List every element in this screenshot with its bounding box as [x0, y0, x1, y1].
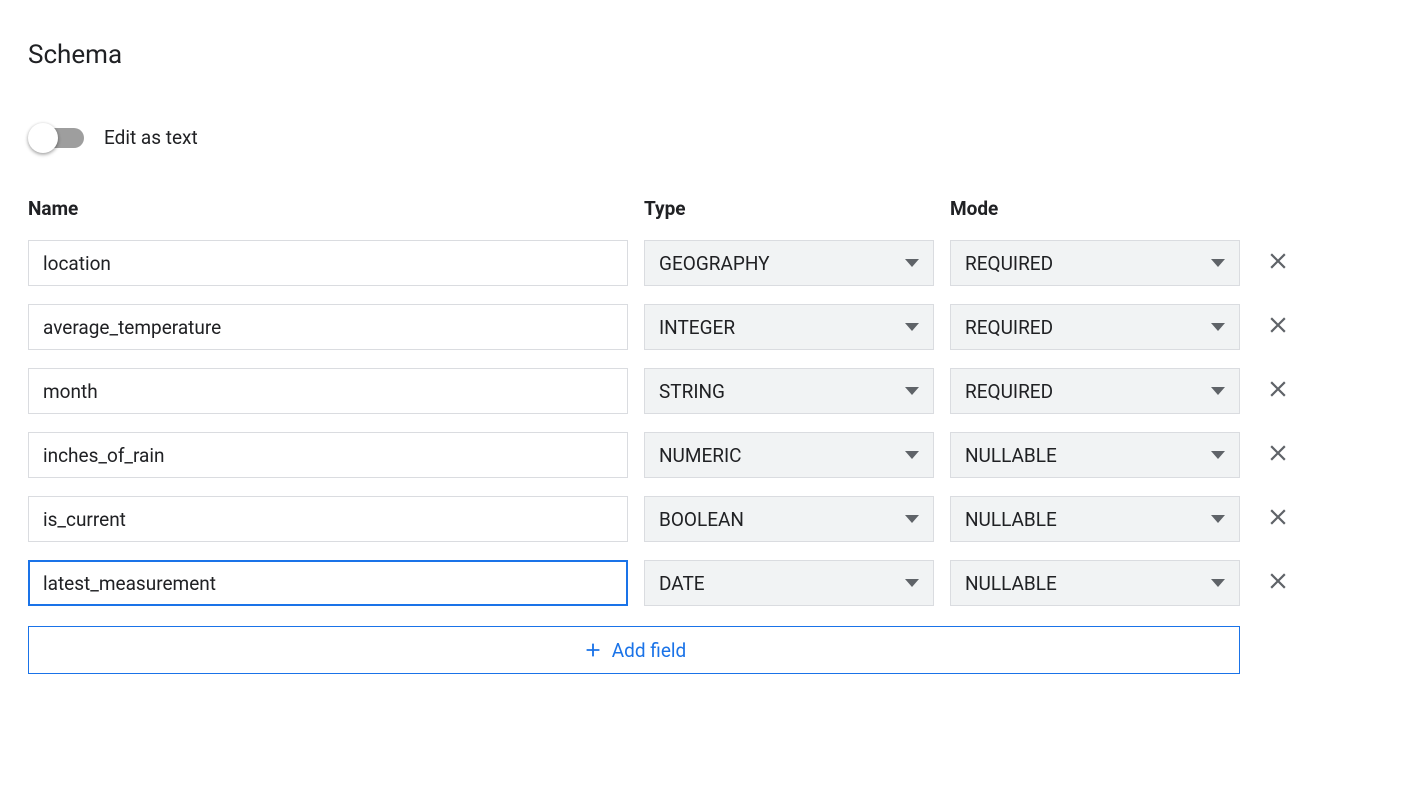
field-mode-select[interactable]: NULLABLE — [950, 432, 1240, 478]
field-mode-value: NULLABLE — [965, 508, 1057, 531]
delete-field-button[interactable] — [1256, 433, 1300, 477]
column-header-type: Type — [644, 197, 934, 222]
field-name-input[interactable] — [28, 240, 628, 286]
delete-field-button[interactable] — [1256, 497, 1300, 541]
caret-down-icon — [905, 451, 919, 459]
add-field-label: Add field — [612, 639, 686, 662]
field-type-value: STRING — [659, 380, 725, 403]
field-name-input[interactable] — [28, 496, 628, 542]
field-type-value: INTEGER — [659, 316, 735, 339]
schema-title: Schema — [28, 40, 1382, 70]
column-header-name: Name — [28, 197, 628, 222]
plus-icon — [582, 639, 604, 661]
caret-down-icon — [1211, 323, 1225, 331]
delete-field-button[interactable] — [1256, 241, 1300, 285]
caret-down-icon — [1211, 579, 1225, 587]
field-mode-value: REQUIRED — [965, 252, 1053, 275]
delete-field-button[interactable] — [1256, 561, 1300, 605]
caret-down-icon — [905, 387, 919, 395]
field-type-select[interactable]: NUMERIC — [644, 432, 934, 478]
caret-down-icon — [905, 259, 919, 267]
field-type-select[interactable]: GEOGRAPHY — [644, 240, 934, 286]
close-icon — [1265, 248, 1291, 278]
caret-down-icon — [1211, 387, 1225, 395]
field-mode-value: NULLABLE — [965, 444, 1057, 467]
delete-field-button[interactable] — [1256, 369, 1300, 413]
close-icon — [1265, 376, 1291, 406]
field-type-select[interactable]: BOOLEAN — [644, 496, 934, 542]
delete-field-button[interactable] — [1256, 305, 1300, 349]
field-type-value: DATE — [659, 572, 705, 595]
field-type-value: GEOGRAPHY — [659, 252, 770, 275]
field-name-input[interactable] — [28, 304, 628, 350]
field-type-select[interactable]: DATE — [644, 560, 934, 606]
field-mode-select[interactable]: REQUIRED — [950, 240, 1240, 286]
caret-down-icon — [1211, 451, 1225, 459]
edit-as-text-row: Edit as text — [28, 126, 1382, 149]
caret-down-icon — [1211, 259, 1225, 267]
close-icon — [1265, 568, 1291, 598]
field-mode-value: REQUIRED — [965, 316, 1053, 339]
field-mode-select[interactable]: NULLABLE — [950, 496, 1240, 542]
field-name-input[interactable] — [28, 368, 628, 414]
caret-down-icon — [905, 323, 919, 331]
close-icon — [1265, 440, 1291, 470]
add-field-button[interactable]: Add field — [28, 626, 1240, 674]
field-mode-value: REQUIRED — [965, 380, 1053, 403]
field-mode-select[interactable]: NULLABLE — [950, 560, 1240, 606]
field-type-select[interactable]: STRING — [644, 368, 934, 414]
field-mode-select[interactable]: REQUIRED — [950, 304, 1240, 350]
caret-down-icon — [905, 579, 919, 587]
edit-as-text-toggle[interactable] — [28, 128, 84, 148]
toggle-thumb — [28, 123, 58, 153]
edit-as-text-label: Edit as text — [104, 126, 198, 149]
caret-down-icon — [1211, 515, 1225, 523]
field-name-input[interactable] — [28, 560, 628, 606]
field-type-value: BOOLEAN — [659, 508, 744, 531]
field-mode-select[interactable]: REQUIRED — [950, 368, 1240, 414]
close-icon — [1265, 312, 1291, 342]
column-header-mode: Mode — [950, 197, 1240, 222]
field-type-value: NUMERIC — [659, 444, 742, 467]
field-mode-value: NULLABLE — [965, 572, 1057, 595]
field-type-select[interactable]: INTEGER — [644, 304, 934, 350]
close-icon — [1265, 504, 1291, 534]
caret-down-icon — [905, 515, 919, 523]
field-name-input[interactable] — [28, 432, 628, 478]
